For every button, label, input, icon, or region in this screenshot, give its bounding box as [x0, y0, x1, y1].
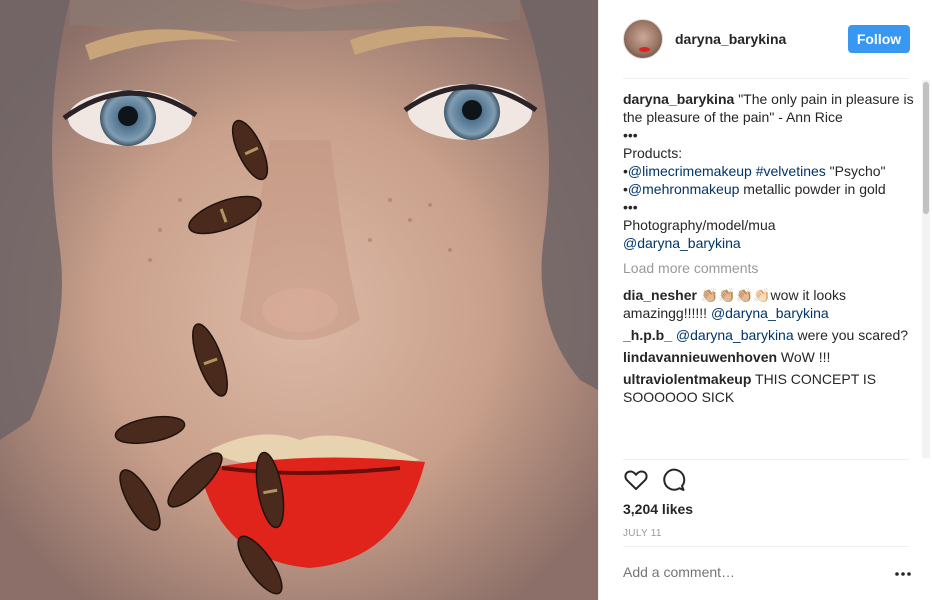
comment-mention[interactable]: @daryna_barykina: [711, 305, 829, 321]
caption-credits: Photography/model/mua: [623, 217, 776, 233]
caption-metallic: metallic powder in gold: [739, 181, 886, 197]
comment-item: ultraviolentmakeup THIS CONCEPT IS SOOOO…: [623, 370, 917, 406]
footer-divider: [623, 546, 909, 547]
more-options-icon[interactable]: [893, 567, 913, 579]
comment-author[interactable]: _h.p.b_: [623, 327, 672, 343]
comment-item: dia_nesher 👏🏼👏🏼👏🏼👏🏻wow it looks amazingg…: [623, 286, 917, 322]
comment-item: _h.p.b_ @daryna_barykina were you scared…: [623, 326, 917, 344]
add-comment-input[interactable]: [623, 564, 873, 580]
caption-mention-limecrime[interactable]: @limecrimemakeup: [628, 163, 752, 179]
post-side-panel: daryna_barykina Follow daryna_barykina "…: [598, 0, 932, 600]
comment-mention[interactable]: @daryna_barykina: [676, 327, 794, 343]
load-more-comments[interactable]: Load more comments: [623, 259, 917, 277]
caption-author[interactable]: daryna_barykina: [623, 91, 734, 107]
header-divider: [623, 78, 909, 79]
caption-separator-2: •••: [623, 199, 638, 215]
caption-mention-self[interactable]: @daryna_barykina: [623, 234, 917, 252]
likes-count[interactable]: 3,204 likes: [623, 501, 693, 517]
follow-button[interactable]: Follow: [848, 25, 910, 53]
avatar[interactable]: [623, 19, 663, 59]
caption-products-label: Products:: [623, 145, 683, 161]
caption-hashtag-velvetines[interactable]: #velvetines: [756, 163, 826, 179]
comments-divider: [623, 459, 909, 460]
caption: daryna_barykina "The only pain in pleasu…: [623, 90, 917, 252]
comment-text-after: were you scared?: [793, 327, 909, 343]
post-date[interactable]: JULY 11: [623, 528, 662, 539]
scrollbar-thumb[interactable]: [923, 82, 929, 214]
comments-scrollbar[interactable]: [922, 80, 930, 458]
comment-text: WoW !!!: [777, 349, 831, 365]
comments-list[interactable]: daryna_barykina "The only pain in pleasu…: [623, 90, 917, 457]
caption-separator: •••: [623, 127, 638, 143]
post-header: daryna_barykina Follow: [599, 0, 932, 78]
post-photo-illustration: [0, 0, 598, 600]
comment-item: lindavannieuwenhoven WoW !!!: [623, 348, 917, 366]
header-username[interactable]: daryna_barykina: [675, 31, 786, 47]
comment-author[interactable]: dia_nesher: [623, 287, 697, 303]
comment-author[interactable]: ultraviolentmakeup: [623, 371, 751, 387]
comment-author[interactable]: lindavannieuwenhoven: [623, 349, 777, 365]
post-photo[interactable]: [0, 0, 598, 600]
speech-bubble-icon[interactable]: [661, 467, 687, 493]
caption-mention-mehron[interactable]: @mehronmakeup: [628, 181, 740, 197]
heart-outline-icon[interactable]: [623, 467, 649, 493]
